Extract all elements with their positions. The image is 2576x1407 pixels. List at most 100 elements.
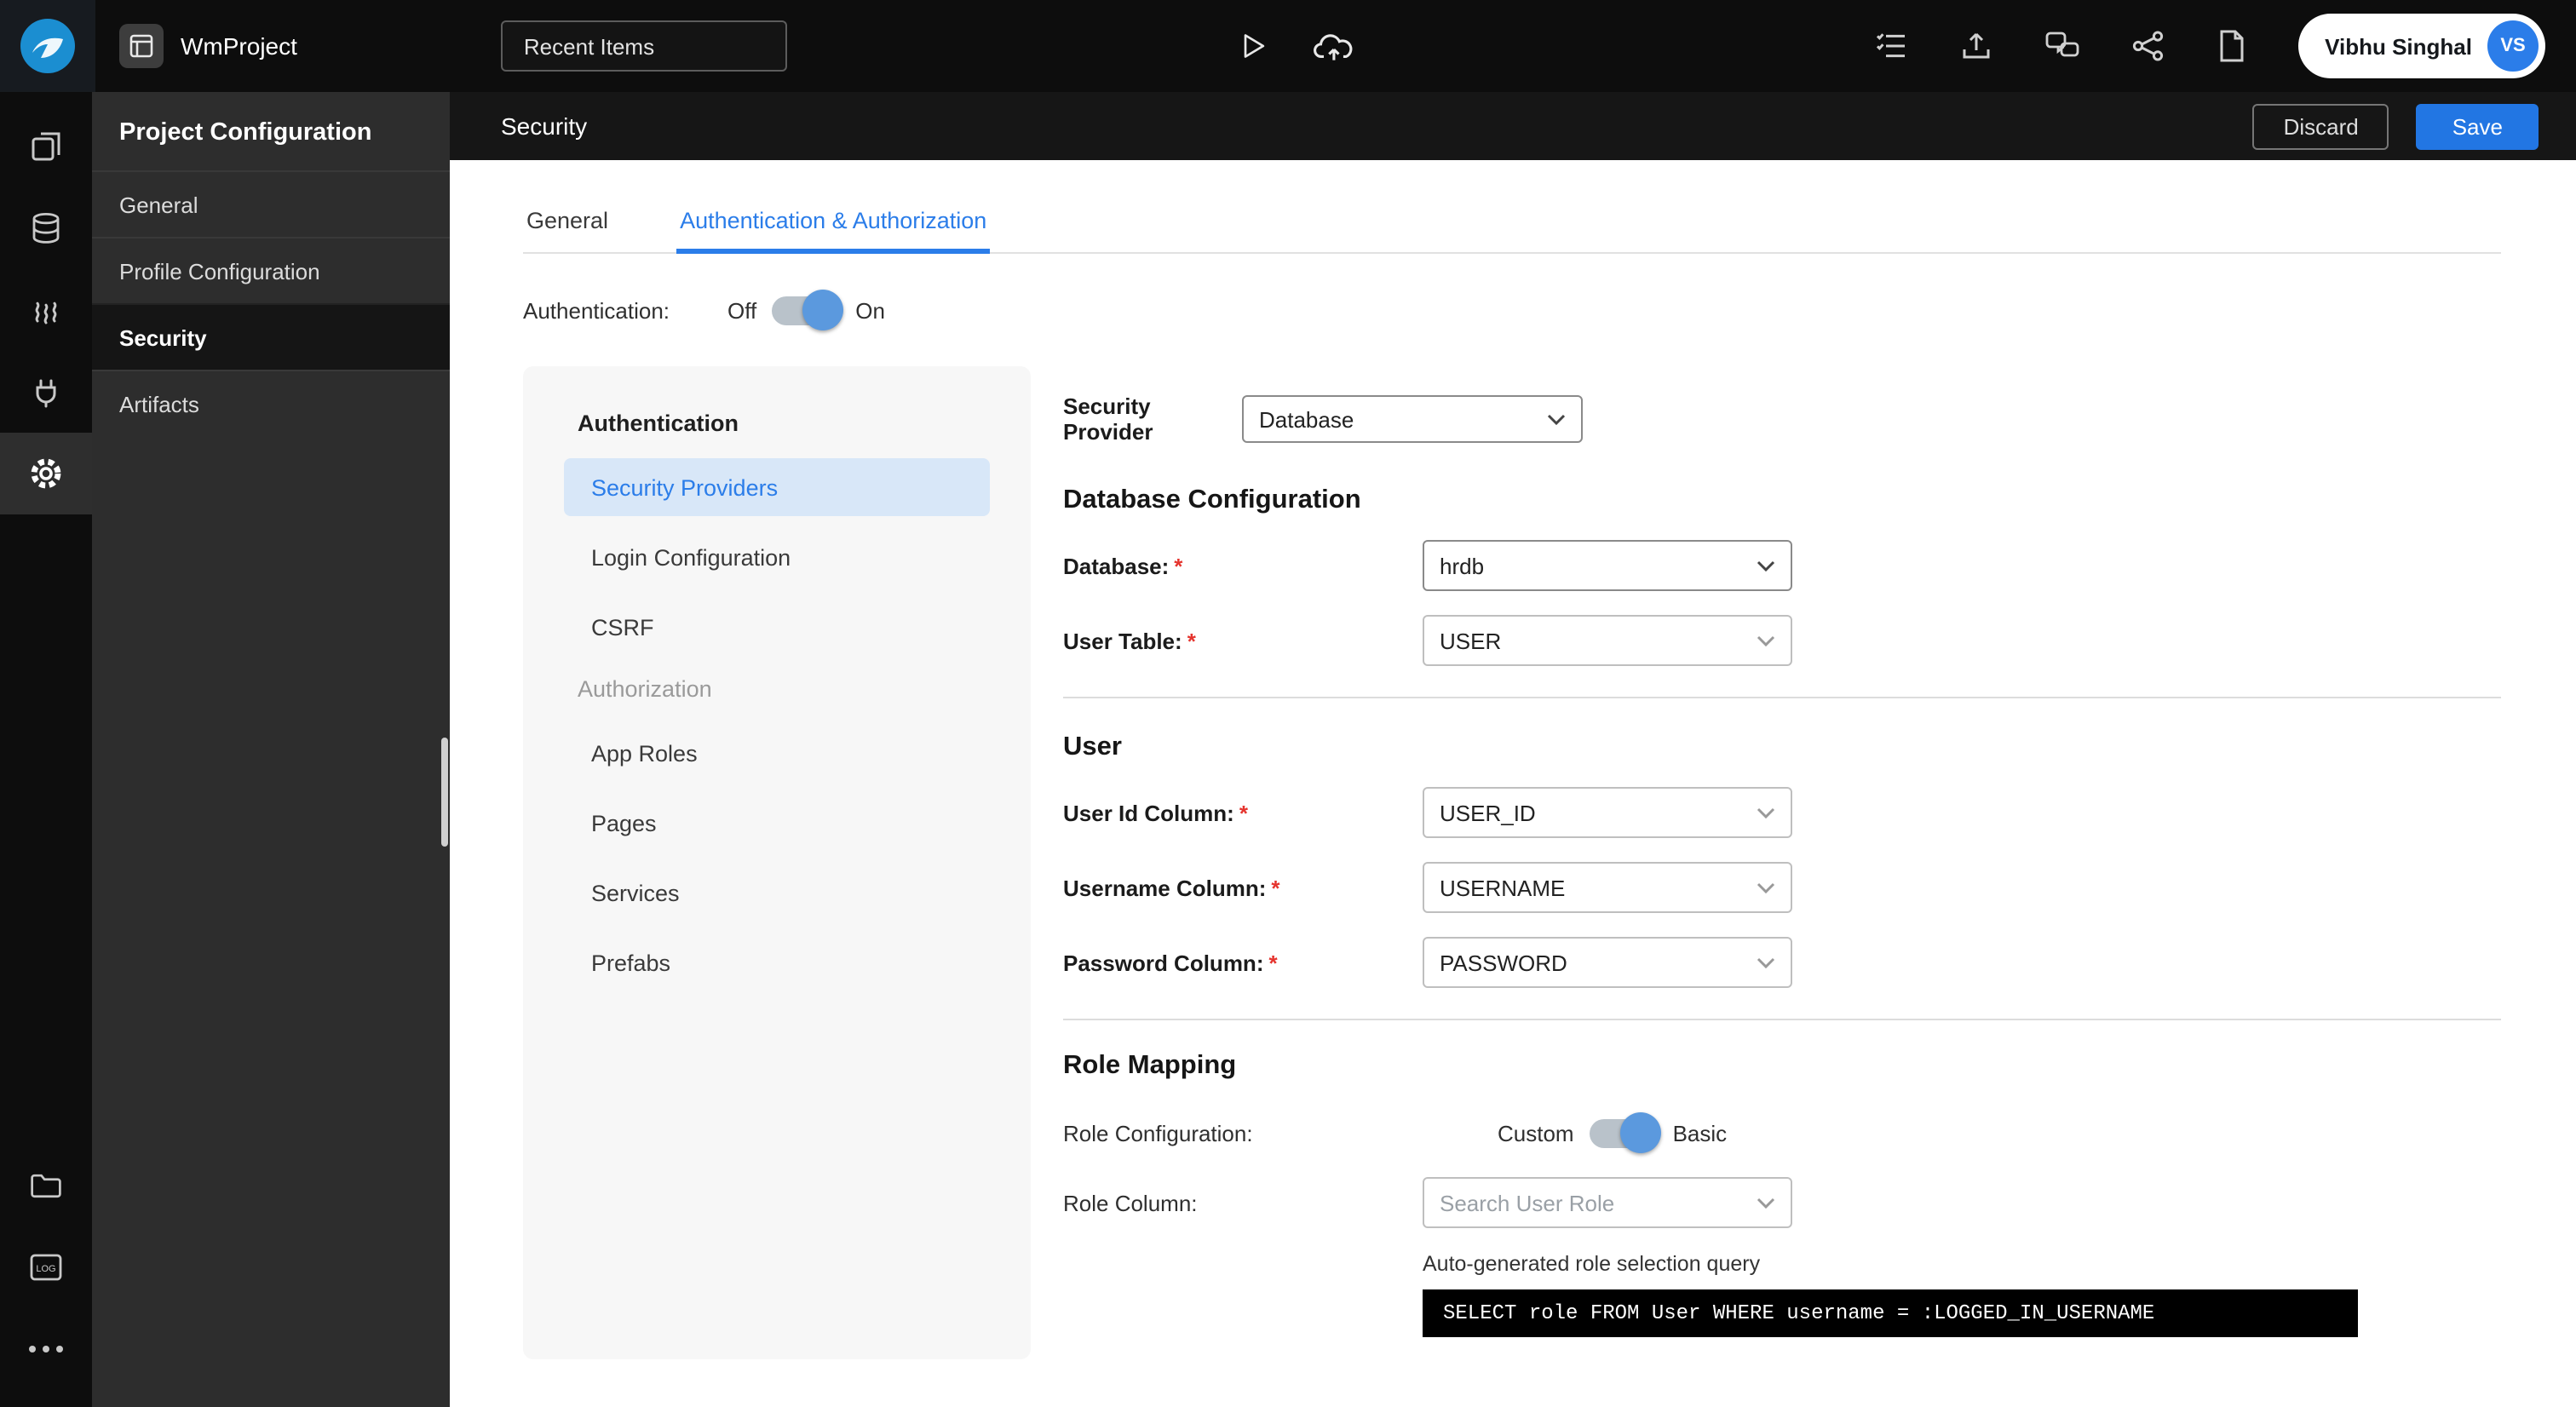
chevron-down-icon — [1757, 635, 1775, 646]
role-column-placeholder: Search User Role — [1440, 1190, 1615, 1215]
page-title: Security — [501, 112, 588, 140]
role-column-select[interactable]: Search User Role — [1423, 1177, 1792, 1228]
file-notes-icon[interactable] — [2216, 29, 2246, 63]
section-divider — [1063, 697, 2501, 698]
svg-text:LOG: LOG — [36, 1264, 55, 1274]
sidebar-title: Project Configuration — [119, 119, 372, 146]
role-column-row: Role Column: Search User Role — [1063, 1177, 2501, 1228]
database-label: Database: * — [1063, 553, 1423, 578]
user-id-column-value: USER_ID — [1440, 800, 1536, 825]
authentication-toggle[interactable] — [772, 289, 844, 330]
save-button[interactable]: Save — [2416, 103, 2539, 149]
run-actions — [1235, 0, 1356, 92]
security-content: General Authentication & Authorization A… — [450, 160, 2576, 1407]
left-icon-rail: LOG — [0, 92, 92, 1407]
user-menu[interactable]: Vibhu Singhal VS — [2297, 14, 2545, 78]
user-table-label-text: User Table: — [1063, 628, 1182, 653]
password-column-select[interactable]: PASSWORD — [1423, 937, 1792, 988]
user-table-value: USER — [1440, 628, 1502, 653]
required-marker: * — [1174, 553, 1183, 578]
nav-item-pages[interactable]: Pages — [564, 794, 990, 852]
user-name: Vibhu Singhal — [2325, 33, 2472, 59]
nav-item-services[interactable]: Services — [564, 864, 990, 922]
password-column-label-text: Password Column: — [1063, 950, 1264, 975]
top-bar: WmProject Recent Items Vibhu Singhal VS — [0, 0, 2576, 92]
password-column-value: PASSWORD — [1440, 950, 1567, 975]
user-table-field-row: User Table: * USER — [1063, 615, 2501, 666]
database-label-text: Database: — [1063, 553, 1170, 578]
folder-icon[interactable] — [0, 1145, 92, 1226]
database-icon[interactable] — [0, 187, 92, 269]
branch-icon[interactable] — [2130, 31, 2165, 61]
security-provider-label: Security Provider — [1063, 393, 1153, 445]
nav-item-app-roles[interactable]: App Roles — [564, 724, 990, 782]
database-configuration-heading: Database Configuration — [1063, 485, 1361, 514]
username-column-label-text: Username Column: — [1063, 875, 1267, 900]
auto-generated-query-caption: Auto-generated role selection query — [1423, 1252, 1761, 1276]
discard-button[interactable]: Discard — [2252, 103, 2389, 149]
settings-icon[interactable] — [0, 433, 92, 514]
required-marker: * — [1187, 628, 1196, 653]
rail-bottom-group: LOG — [0, 1145, 92, 1407]
user-id-column-row: User Id Column: * USER_ID — [1063, 787, 2501, 838]
main-header: Security Discard Save — [450, 92, 2576, 160]
security-provider-select[interactable]: Database — [1242, 395, 1583, 443]
run-play-icon[interactable] — [1235, 29, 1269, 63]
cloud-preview-icon[interactable] — [1314, 28, 1356, 64]
username-column-value: USERNAME — [1440, 875, 1566, 900]
sidebar-item-profile-configuration[interactable]: Profile Configuration — [92, 237, 450, 303]
toggle-knob[interactable] — [802, 289, 844, 330]
project-name: WmProject — [181, 32, 297, 60]
user-heading: User — [1063, 732, 1122, 761]
recent-items-select[interactable]: Recent Items — [501, 20, 788, 72]
java-services-icon[interactable] — [0, 269, 92, 351]
user-table-select[interactable]: USER — [1423, 615, 1792, 666]
toggle-knob[interactable] — [1619, 1111, 1661, 1152]
chevron-down-icon — [1757, 1197, 1775, 1209]
user-id-column-select[interactable]: USER_ID — [1423, 787, 1792, 838]
tab-general[interactable]: General — [523, 208, 612, 252]
username-column-label: Username Column: * — [1063, 875, 1423, 900]
chat-feedback-icon[interactable] — [2044, 31, 2079, 61]
user-id-column-label: User Id Column: * — [1063, 800, 1423, 825]
chevron-down-icon — [1547, 413, 1566, 425]
apis-icon[interactable] — [0, 351, 92, 433]
database-select[interactable]: hrdb — [1423, 540, 1792, 591]
logs-icon[interactable]: LOG — [0, 1226, 92, 1308]
rail-spacer — [0, 514, 92, 1145]
sidebar-item-general[interactable]: General — [92, 170, 450, 237]
required-marker: * — [1239, 800, 1248, 825]
authorization-group-header: Authorization — [578, 676, 712, 702]
role-toggle-basic-label: Basic — [1672, 1120, 1728, 1146]
role-configuration-toggle[interactable] — [1589, 1111, 1661, 1152]
section-divider — [1063, 1019, 2501, 1020]
sidebar-item-artifacts[interactable]: Artifacts — [92, 370, 450, 436]
nav-item-login-configuration[interactable]: Login Configuration — [564, 528, 990, 586]
toggle-on-label: On — [855, 297, 885, 323]
tab-authentication-authorization[interactable]: Authentication & Authorization — [676, 208, 991, 254]
security-nav-card: Authentication Security Providers Login … — [523, 366, 1031, 1359]
more-icon[interactable] — [0, 1308, 92, 1390]
security-provider-form: Security Provider Database Database Conf… — [1063, 366, 2501, 1337]
required-marker: * — [1268, 950, 1278, 975]
task-list-icon[interactable] — [1873, 31, 1907, 61]
nav-item-prefabs[interactable]: Prefabs — [564, 933, 990, 991]
password-column-row: Password Column: * PASSWORD — [1063, 937, 2501, 988]
pages-icon[interactable] — [0, 106, 92, 187]
security-provider-row: Security Provider Database — [1063, 393, 2501, 445]
role-toggle-custom-label: Custom — [1498, 1120, 1574, 1146]
header-actions: Discard Save — [2252, 103, 2539, 149]
required-marker: * — [1271, 875, 1280, 900]
chevron-down-icon — [1757, 956, 1775, 968]
toggle-off-label: Off — [727, 297, 757, 323]
authentication-label: Authentication: — [523, 297, 670, 323]
username-column-select[interactable]: USERNAME — [1423, 862, 1792, 913]
export-icon[interactable] — [1958, 29, 1992, 63]
nav-item-security-providers[interactable]: Security Providers — [564, 458, 990, 516]
config-sidebar: Project Configuration General Profile Co… — [92, 92, 450, 1407]
sidebar-item-security[interactable]: Security — [92, 303, 450, 370]
project-switcher: WmProject — [119, 24, 297, 68]
sidebar-scrollbar-thumb[interactable] — [441, 738, 448, 847]
role-column-label: Role Column: — [1063, 1190, 1198, 1215]
nav-item-csrf[interactable]: CSRF — [564, 598, 990, 656]
